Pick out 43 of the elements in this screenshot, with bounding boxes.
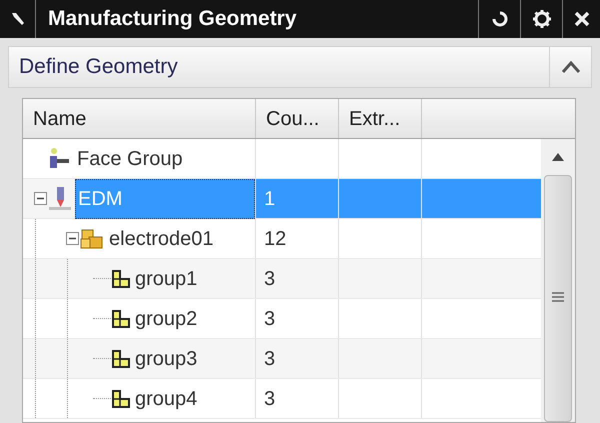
group-icon <box>111 268 131 288</box>
tree-row[interactable]: group1 3 <box>23 259 541 299</box>
node-label: group4 <box>134 386 198 412</box>
collapse-toggle[interactable] <box>34 192 47 205</box>
tree-row[interactable]: Face Group <box>23 139 541 179</box>
tree-row[interactable]: group4 3 <box>23 379 541 419</box>
minus-icon <box>37 195 44 202</box>
group-icon <box>111 348 131 368</box>
section-header[interactable]: Define Geometry <box>8 46 592 88</box>
node-label: Face Group <box>76 146 184 172</box>
column-header[interactable]: Name <box>23 99 256 138</box>
column-header[interactable]: Extr... <box>339 99 422 138</box>
node-label: electrode01 <box>108 226 215 252</box>
grip-icon <box>552 292 564 302</box>
tree-row[interactable]: group2 3 <box>23 299 541 339</box>
node-label: group2 <box>134 306 198 332</box>
count-text: 1 <box>263 188 276 210</box>
settings-icon <box>532 9 552 29</box>
count-text: 12 <box>263 228 286 250</box>
count-text: 3 <box>263 388 276 410</box>
collapse-toggle[interactable] <box>66 232 79 245</box>
pin-icon <box>10 11 26 27</box>
node-label: group1 <box>134 266 198 292</box>
chevron-up-icon <box>560 60 580 74</box>
group-icon <box>111 308 131 328</box>
count-text: 3 <box>263 268 276 290</box>
tree-row[interactable]: electrode01 12 <box>23 219 541 259</box>
minus-icon <box>69 235 76 242</box>
count-text: 3 <box>263 308 276 330</box>
window-title: Manufacturing Geometry <box>47 6 298 32</box>
count-text: 3 <box>263 348 276 370</box>
node-label: EDM <box>75 178 255 218</box>
electrode-tool-icon <box>47 186 73 212</box>
scroll-up-icon[interactable] <box>552 153 564 161</box>
node-label: group3 <box>134 346 198 372</box>
section-title: Define Geometry <box>18 54 179 80</box>
scroll-thumb[interactable] <box>544 175 572 422</box>
group-icon <box>111 388 131 408</box>
scrollbar[interactable] <box>541 139 575 422</box>
tree-row[interactable]: group3 3 <box>23 339 541 379</box>
reset-icon <box>490 10 508 28</box>
column-header[interactable]: Cou... <box>256 99 339 138</box>
close-icon <box>572 10 590 28</box>
